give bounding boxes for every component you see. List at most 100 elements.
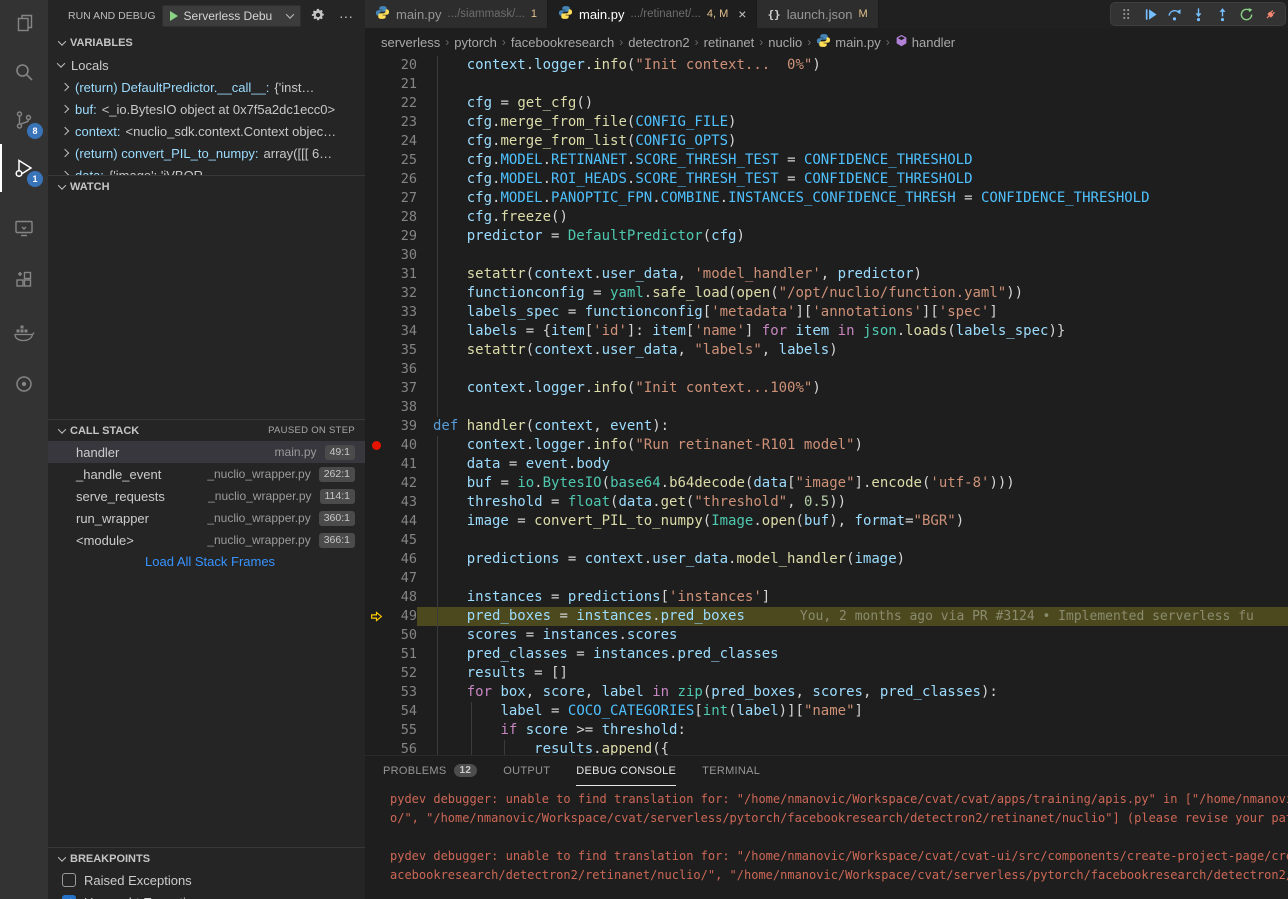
breadcrumb-item[interactable]: retinanet: [704, 35, 755, 50]
glyph-margin[interactable]: [365, 493, 387, 512]
panel-tab-output[interactable]: OUTPUT: [503, 756, 550, 786]
editor-tab[interactable]: {}launch.jsonM: [757, 0, 878, 28]
breakpoint-checkbox[interactable]: [62, 873, 76, 887]
breakpoint-glyph[interactable]: [365, 436, 387, 455]
glyph-margin[interactable]: [365, 360, 387, 379]
code-line-46[interactable]: 46 predictions = context.user_data.model…: [365, 550, 1288, 569]
run-and-debug-icon[interactable]: 1: [0, 144, 48, 192]
breadcrumb-item[interactable]: main.py: [816, 33, 881, 51]
glyph-margin[interactable]: [365, 683, 387, 702]
code-line-25[interactable]: 25 cfg.MODEL.RETINANET.SCORE_THRESH_TEST…: [365, 151, 1288, 170]
variable-row[interactable]: (return) convert_PIL_to_numpy:array([[[ …: [48, 142, 365, 164]
code-line-38[interactable]: 38: [365, 398, 1288, 417]
code-line-28[interactable]: 28 cfg.freeze(): [365, 208, 1288, 227]
code-line-48[interactable]: 48 instances = predictions['instances']: [365, 588, 1288, 607]
breakpoint-checkbox[interactable]: ✓: [62, 895, 76, 899]
source-control-icon[interactable]: 8: [0, 96, 48, 144]
glyph-margin[interactable]: [365, 740, 387, 755]
circle-tool-icon[interactable]: [0, 360, 48, 408]
panel-tab-debug-console[interactable]: DEBUG CONSOLE: [576, 756, 676, 786]
glyph-margin[interactable]: [365, 113, 387, 132]
glyph-margin[interactable]: [365, 265, 387, 284]
glyph-margin[interactable]: [365, 455, 387, 474]
restart-icon[interactable]: [1234, 3, 1258, 25]
debug-settings-gear-icon[interactable]: [307, 8, 329, 25]
load-all-stack-frames-link[interactable]: Load All Stack Frames: [48, 551, 365, 573]
glyph-margin[interactable]: [365, 474, 387, 493]
more-actions-icon[interactable]: ···: [335, 8, 357, 24]
editor-tab[interactable]: main.py.../siammask/...1: [365, 0, 548, 28]
glyph-margin[interactable]: [365, 208, 387, 227]
code-line-36[interactable]: 36: [365, 360, 1288, 379]
code-line-23[interactable]: 23 cfg.merge_from_file(CONFIG_FILE): [365, 113, 1288, 132]
panel-tab-problems[interactable]: PROBLEMS12: [383, 756, 477, 786]
stack-frame-row[interactable]: handlermain.py49:1: [48, 441, 365, 463]
code-line-44[interactable]: 44 image = convert_PIL_to_numpy(Image.op…: [365, 512, 1288, 531]
stack-frame-row[interactable]: <module>_nuclio_wrapper.py366:1: [48, 529, 365, 551]
locals-scope[interactable]: Locals: [48, 54, 365, 76]
code-line-41[interactable]: 41 data = event.body: [365, 455, 1288, 474]
glyph-margin[interactable]: [365, 626, 387, 645]
search-icon[interactable]: [0, 48, 48, 96]
code-line-49[interactable]: 49 pred_boxes = instances.pred_boxesYou,…: [365, 607, 1288, 626]
code-line-29[interactable]: 29 predictor = DefaultPredictor(cfg): [365, 227, 1288, 246]
code-line-53[interactable]: 53 for box, score, label in zip(pred_box…: [365, 683, 1288, 702]
code-line-56[interactable]: 56 results.append({: [365, 740, 1288, 755]
glyph-margin[interactable]: [365, 132, 387, 151]
glyph-margin[interactable]: [365, 664, 387, 683]
code-line-54[interactable]: 54 label = COCO_CATEGORIES[int(label)]["…: [365, 702, 1288, 721]
close-icon[interactable]: ×: [738, 7, 746, 21]
code-line-27[interactable]: 27 cfg.MODEL.PANOPTIC_FPN.COMBINE.INSTAN…: [365, 189, 1288, 208]
code-line-32[interactable]: 32 functionconfig = yaml.safe_load(open(…: [365, 284, 1288, 303]
glyph-margin[interactable]: [365, 322, 387, 341]
code-line-31[interactable]: 31 setattr(context.user_data, 'model_han…: [365, 265, 1288, 284]
code-line-47[interactable]: 47: [365, 569, 1288, 588]
disconnect-icon[interactable]: [1258, 3, 1282, 25]
variable-row[interactable]: data:{'image': 'iVBOR…: [48, 164, 365, 175]
breadcrumb-item[interactable]: facebookresearch: [511, 35, 614, 50]
variable-row[interactable]: buf:<_io.BytesIO object at 0x7f5a2dc1ecc…: [48, 98, 365, 120]
remote-explorer-icon[interactable]: [0, 204, 48, 252]
explorer-icon[interactable]: [0, 0, 48, 48]
breadcrumb-item[interactable]: detectron2: [628, 35, 689, 50]
glyph-margin[interactable]: [365, 645, 387, 664]
glyph-margin[interactable]: [365, 75, 387, 94]
variable-row[interactable]: context:<nuclio_sdk.context.Context obje…: [48, 120, 365, 142]
extensions-icon[interactable]: [0, 256, 48, 304]
editor-tab[interactable]: main.py.../retinanet/...4, M×: [548, 0, 757, 28]
glyph-margin[interactable]: [365, 569, 387, 588]
docker-icon[interactable]: [0, 308, 48, 356]
glyph-margin[interactable]: [365, 721, 387, 740]
glyph-margin[interactable]: [365, 341, 387, 360]
code-line-30[interactable]: 30: [365, 246, 1288, 265]
breadcrumb-item[interactable]: serverless: [381, 35, 440, 50]
code-line-33[interactable]: 33 labels_spec = functionconfig['metadat…: [365, 303, 1288, 322]
code-line-22[interactable]: 22 cfg = get_cfg(): [365, 94, 1288, 113]
glyph-margin[interactable]: [365, 56, 387, 75]
code-line-39[interactable]: 39def handler(context, event):: [365, 417, 1288, 436]
current-line-glyph[interactable]: [365, 607, 387, 626]
glyph-margin[interactable]: [365, 170, 387, 189]
code-line-34[interactable]: 34 labels = {item['id']: item['name'] fo…: [365, 322, 1288, 341]
glyph-margin[interactable]: [365, 398, 387, 417]
breadcrumb-item[interactable]: handler: [895, 34, 955, 50]
glyph-margin[interactable]: [365, 151, 387, 170]
code-line-35[interactable]: 35 setattr(context.user_data, "labels", …: [365, 341, 1288, 360]
code-line-26[interactable]: 26 cfg.MODEL.ROI_HEADS.SCORE_THRESH_TEST…: [365, 170, 1288, 189]
stack-frame-row[interactable]: serve_requests_nuclio_wrapper.py114:1: [48, 485, 365, 507]
launch-config-dropdown[interactable]: Serverless Debu: [162, 5, 301, 27]
code-line-50[interactable]: 50 scores = instances.scores: [365, 626, 1288, 645]
step-over-icon[interactable]: [1162, 3, 1186, 25]
code-line-21[interactable]: 21: [365, 75, 1288, 94]
code-editor[interactable]: 20 context.logger.info("Init context... …: [365, 56, 1288, 755]
code-line-45[interactable]: 45: [365, 531, 1288, 550]
start-debugging-icon[interactable]: [170, 11, 178, 21]
code-line-24[interactable]: 24 cfg.merge_from_list(CONFIG_OPTS): [365, 132, 1288, 151]
breadcrumb-item[interactable]: pytorch: [454, 35, 497, 50]
stack-frame-row[interactable]: _handle_event_nuclio_wrapper.py262:1: [48, 463, 365, 485]
continue-icon[interactable]: [1138, 3, 1162, 25]
glyph-margin[interactable]: [365, 417, 387, 436]
glyph-margin[interactable]: [365, 512, 387, 531]
breadcrumb-item[interactable]: nuclio: [768, 35, 802, 50]
glyph-margin[interactable]: [365, 550, 387, 569]
